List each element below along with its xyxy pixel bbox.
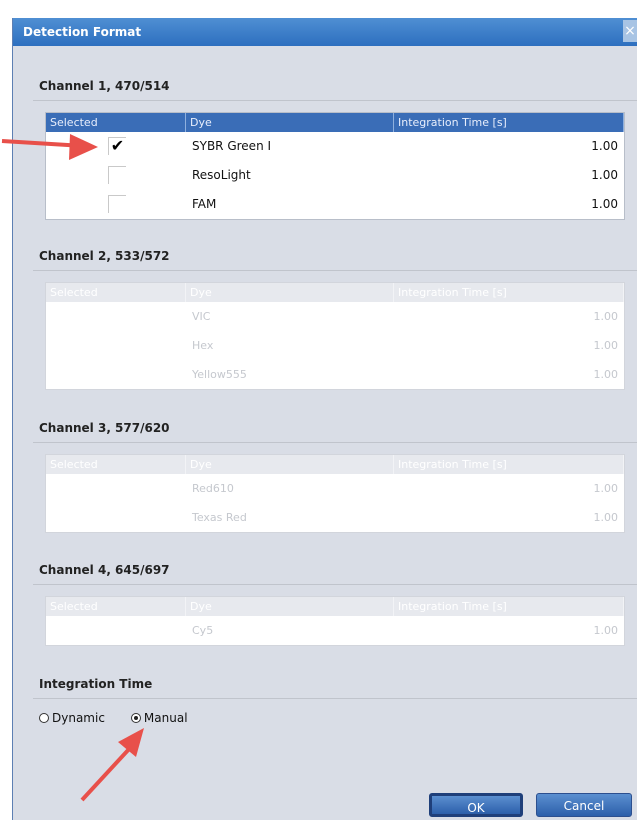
arrow-icon [1, 134, 98, 160]
annotation-arrows [1, 134, 144, 802]
arrow-icon [80, 728, 144, 802]
